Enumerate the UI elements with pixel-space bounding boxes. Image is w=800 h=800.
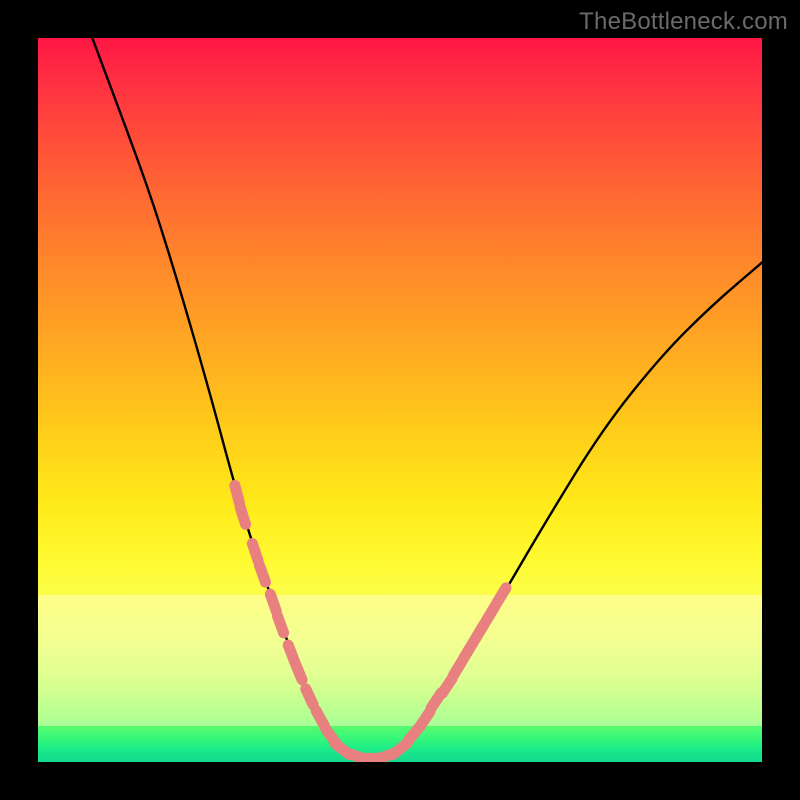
watermark-text: TheBottleneck.com	[579, 8, 788, 36]
chart-frame: TheBottleneck.com	[0, 0, 800, 800]
plot-area	[38, 38, 762, 762]
pale-horizontal-band	[38, 595, 762, 725]
